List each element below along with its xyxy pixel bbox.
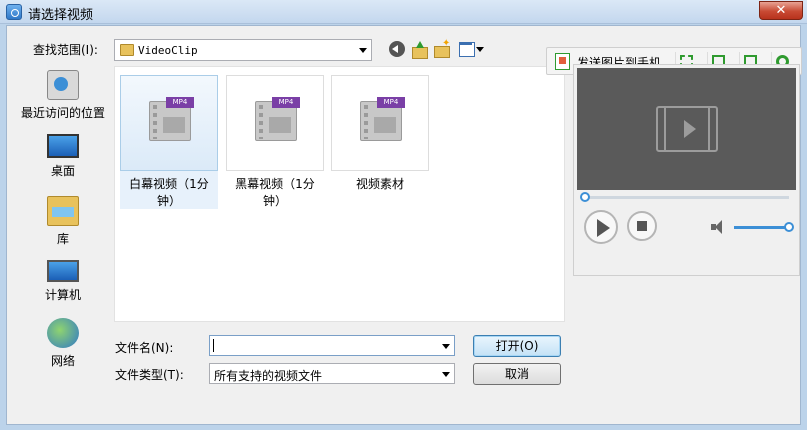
- file-item[interactable]: MP4 视频素材: [331, 75, 429, 209]
- back-icon[interactable]: [389, 41, 405, 57]
- file-name: 白幕视频（1分钟）: [129, 177, 209, 208]
- cancel-button[interactable]: 取消: [473, 363, 561, 385]
- look-in-label: 查找范围(I):: [33, 43, 98, 57]
- look-in-dropdown[interactable]: VideoClip: [114, 39, 372, 61]
- video-placeholder-icon: [656, 106, 718, 152]
- stop-button[interactable]: [627, 211, 657, 241]
- progress-slider[interactable]: [585, 196, 789, 199]
- file-item[interactable]: MP4 白幕视频（1分钟）: [120, 75, 218, 209]
- mp4-badge: MP4: [272, 97, 300, 108]
- file-thumbnail: MP4: [331, 75, 429, 171]
- send-image-icon: [555, 53, 570, 70]
- folder-icon: [120, 44, 134, 56]
- computer-icon: [47, 260, 79, 282]
- file-thumbnail: MP4: [226, 75, 324, 171]
- video-file-icon: MP4: [360, 97, 405, 141]
- file-name: 黑幕视频（1分钟）: [235, 177, 315, 208]
- place-label: 网络: [50, 354, 75, 368]
- video-file-icon: MP4: [255, 97, 300, 141]
- place-label: 库: [56, 232, 69, 246]
- chevron-down-icon[interactable]: [359, 48, 367, 53]
- place-computer[interactable]: 计算机: [15, 260, 111, 303]
- file-list[interactable]: MP4 白幕视频（1分钟） MP4 黑幕视频（1分钟） MP4 视频素材: [114, 66, 565, 322]
- close-button[interactable]: ✕: [759, 1, 803, 20]
- file-item[interactable]: MP4 黑幕视频（1分钟）: [226, 75, 324, 209]
- filename-input[interactable]: [209, 335, 455, 356]
- new-folder-icon[interactable]: [433, 38, 450, 58]
- place-network[interactable]: 网络: [15, 318, 111, 369]
- text-caret: [213, 339, 214, 352]
- filetype-label: 文件类型(T):: [115, 368, 184, 382]
- volume-slider[interactable]: [734, 226, 791, 229]
- libraries-icon: [47, 196, 79, 226]
- filetype-value: 所有支持的视频文件: [214, 369, 323, 383]
- play-button[interactable]: [584, 210, 618, 244]
- title-bar: 请选择视频 ✕: [0, 0, 807, 24]
- recent-places-icon: [47, 70, 79, 100]
- app-icon: [6, 4, 22, 20]
- place-recent[interactable]: 最近访问的位置: [15, 70, 111, 121]
- video-preview-screen: [577, 68, 796, 190]
- window-title: 请选择视频: [28, 8, 94, 23]
- volume-knob[interactable]: [784, 222, 794, 232]
- file-thumbnail: MP4: [120, 75, 218, 171]
- look-in-value: VideoClip: [138, 44, 198, 57]
- filetype-select[interactable]: 所有支持的视频文件: [209, 363, 455, 384]
- volume-icon[interactable]: [711, 220, 727, 234]
- filename-label: 文件名(N):: [115, 341, 174, 355]
- desktop-icon: [47, 134, 79, 158]
- volume-fill: [734, 226, 791, 229]
- network-icon: [47, 318, 79, 348]
- place-label: 计算机: [44, 288, 81, 302]
- places-bar: 最近访问的位置 桌面 库 计算机 网络: [15, 66, 111, 402]
- chevron-down-icon[interactable]: [442, 372, 450, 377]
- mp4-badge: MP4: [377, 97, 405, 108]
- view-menu-icon[interactable]: [459, 41, 485, 57]
- video-preview-panel: [573, 64, 800, 276]
- dialog-body: 查找范围(I): VideoClip 最近访问的位置 桌面 库 计算机 网: [6, 25, 802, 425]
- chevron-down-icon[interactable]: [442, 344, 450, 349]
- video-file-icon: MP4: [149, 97, 194, 141]
- place-label: 桌面: [50, 164, 75, 178]
- place-libraries[interactable]: 库: [15, 196, 111, 247]
- mp4-badge: MP4: [166, 97, 194, 108]
- file-name: 视频素材: [355, 177, 404, 191]
- open-button[interactable]: 打开(O): [473, 335, 561, 357]
- place-desktop[interactable]: 桌面: [15, 134, 111, 179]
- place-label: 最近访问的位置: [20, 106, 105, 120]
- up-folder-icon[interactable]: [411, 41, 428, 59]
- progress-knob[interactable]: [580, 192, 590, 202]
